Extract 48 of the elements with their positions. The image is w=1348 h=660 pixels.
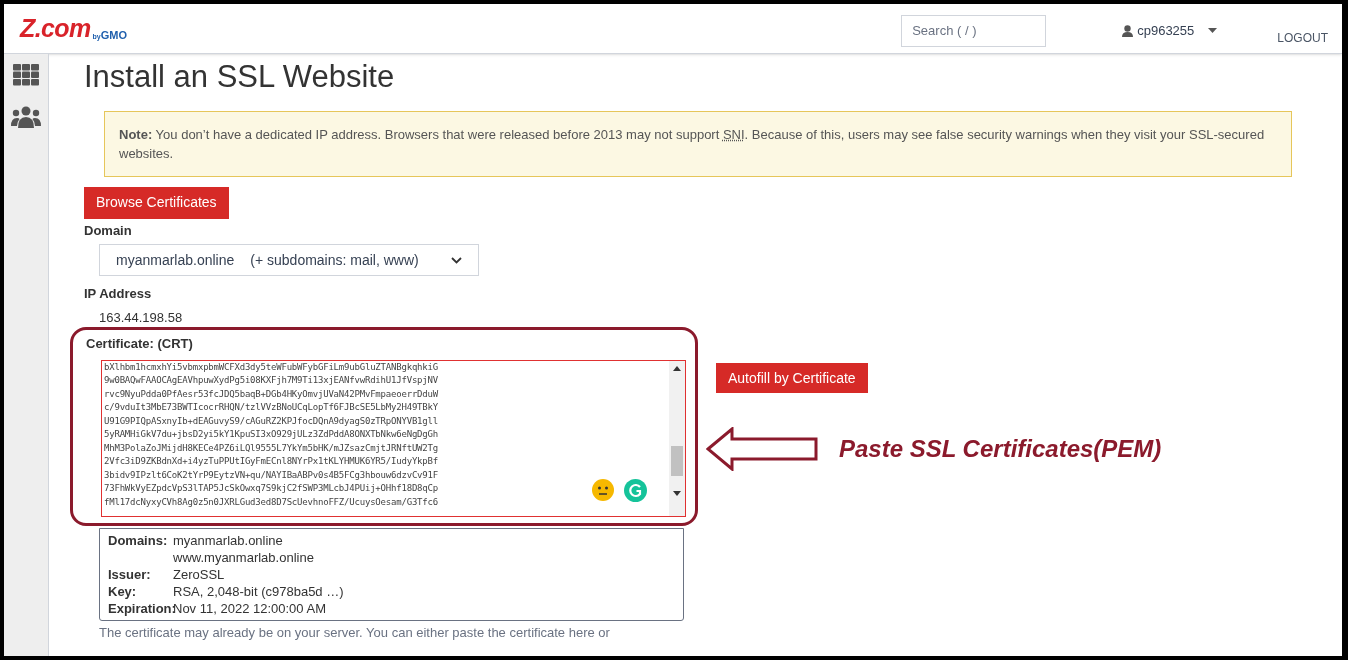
detail-label: Issuer: [108,565,152,583]
domain-select[interactable]: myanmarlab.online (+ subdomains: mail, www) [99,244,479,277]
logout-link[interactable]: LOGOUT [1277,29,1328,47]
certificate-line: 9w0BAQwFAAOCAgEAVhpuwXydPg5i08KXFjh7M9Ti13xjEANfvwRdihU1JfVspjNV [104,374,438,388]
chevron-icon [451,256,462,264]
person-icon [1122,24,1134,37]
grammarly-icon [624,478,647,502]
arrow-icon [706,427,818,472]
certificate-field[interactable] [101,359,686,517]
search-field[interactable]: Search ( / ) [901,14,1047,47]
domain-label: Domain [84,221,133,240]
caret-icon [1208,28,1218,33]
certificate-line: MhM3PolaZoJMijdH8KECe4PZ6iLQl9555L7YkYm5bHK/mJZsazCmjtJRNftUW2Tg [104,441,438,455]
certificate-line: c/9vduIt3MbE73BWTIcocrRHQN/tzlVVzBNoUCqLopTf6FJBcSE5LbMy2H49TBkY [104,401,438,415]
detail-value: RSA, 2,048-bit (c978ba5d …) [173,582,344,600]
certificate-line: U91G9PIQpASxnyIb+dEAGuvyS9/cAGuRZ2KPJfocDQnA9dyagS0zTRpONYVB1gll [104,414,438,428]
info-text: The certificate may already be on your server. You can either paste the certificate here or [99,624,611,641]
annotation-text: Paste SSL Certificates(PEM) [839,434,1162,465]
detail-label: Expiration: [108,599,173,617]
autofill-button[interactable]: Autofill by Certificate [716,363,868,394]
users-icon[interactable] [11,106,41,128]
detail-value: myanmarlab.online [173,531,284,549]
detail-value: www.myanmarlab.online [173,548,314,566]
certificate-line: 73FhWkVyEZpdcVpS3lTAP5JcSkOwxq7S9kjC2fSWP3MLcbJ4PUij+OHhf18D8qCp [104,482,438,496]
scroll-down-icon [673,490,681,496]
certificate-line: rvc9NyuPdda0PfAesr53fcJDQ5baqB+DGb4HKyOmvjUVaN42PMvFmpaeoerrDduW [104,387,438,401]
detail-value: ZeroSSL [173,565,225,583]
note-text: Note: You don’t have a dedicated IP address. Browsers that were released before 2013 may not support SNI. Because of this, users may see false security warnings when they visit your SSL-secured websites. [119,125,1266,163]
certificate-line: 2Vfc3iD9ZKBdnXd+i4yzTuPPUtIGyFmECnl8NYrPx1tKLYHMUK6YR5/IudyYkpBf [104,455,438,469]
grid-icon[interactable] [13,64,39,86]
scroll-up-icon [673,365,681,371]
emoji-face-icon [592,478,614,501]
user-menu[interactable]: cp963255 [1122,20,1218,41]
detail-label: Key: [108,582,138,600]
scrollbar[interactable] [669,360,685,516]
certificate-line: 5yRAMHiGkV7du+jbsD2yi5kY1KpuSI3xO929jULz3ZdPddA8ONXTbNkw6eNgDgGh [104,428,438,442]
certificate-line: bXlhbm1hcmxhYi5vbmxpbmWCFXd3dy5teWFubWFybGFiLm9ubGluZTANBgkqhkiG [104,360,438,374]
certificate-line: fMl17dcNyxyCVh8Ag0z5n0JXRLGud3ed8D7ScUevhnoFFZ/UcuysOesam/G3Tfc6 [104,495,438,509]
detail-label: Domains: [108,531,169,550]
browse-certificates-button[interactable]: Browse Certificates [84,186,229,219]
scrollbar-thumb[interactable] [671,445,683,476]
page-title: Install an SSL Website [84,58,396,96]
certificate-label: Certificate: (CRT) [86,335,194,354]
certificate-line: 3bidv9IPzlt6CoK2tYrP9EytzVN+qu/NAYIBaABPv0s4B5FCg3hbouw6dzvCv91F [104,468,438,482]
logo[interactable]: Z.com [20,16,91,41]
ip-address-label: IP Address [84,285,153,304]
ip-address-value: 163.44.198.58 [99,308,184,327]
detail-value: Nov 11, 2022 12:00:00 AM [173,599,326,617]
